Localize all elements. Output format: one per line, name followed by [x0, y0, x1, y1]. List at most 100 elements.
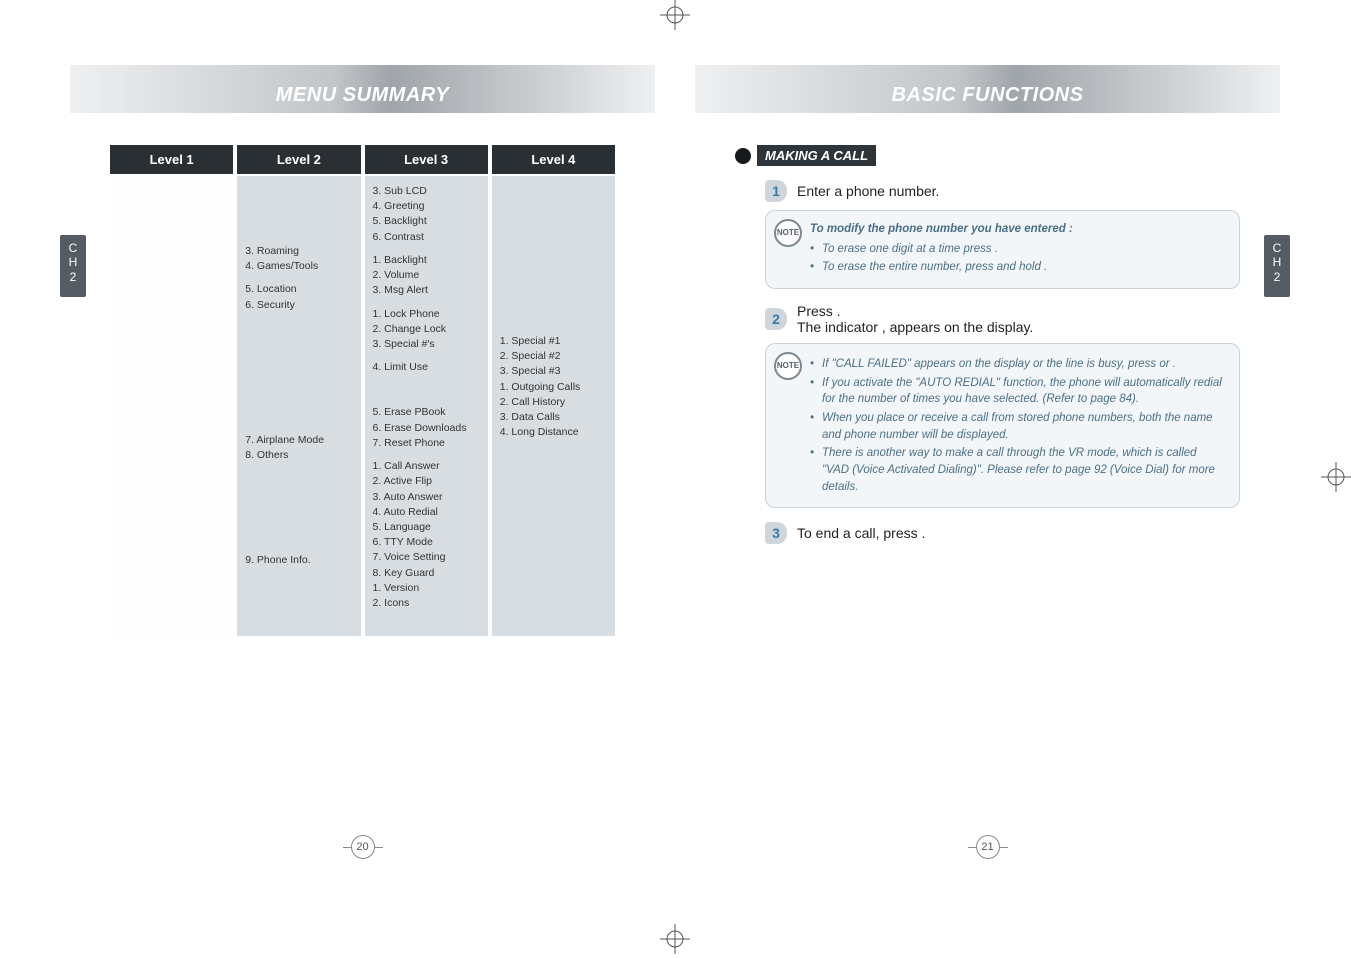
menu-item: 1. Backlight: [373, 253, 480, 268]
menu-item: 5. Backlight: [373, 214, 480, 229]
note-list-item: If "CALL FAILED" appears on the display …: [810, 356, 1225, 373]
menu-item: 3. Sub LCD: [373, 184, 480, 199]
step-2-number: 2: [765, 308, 787, 330]
menu-item: 3. Data Calls: [500, 410, 607, 425]
level3-column: 3. Sub LCD4. Greeting5. Backlight6. Cont…: [365, 176, 488, 636]
column-spacer: [373, 451, 480, 459]
menu-item: 6. Security: [245, 298, 352, 313]
level4-header: Level 4: [492, 145, 615, 174]
level2-header: Level 2: [237, 145, 360, 174]
menu-item: 5. Erase PBook: [373, 405, 480, 420]
level1-column: [110, 176, 233, 636]
step-3-text: To end a call, press .: [797, 525, 925, 541]
column-spacer: [245, 184, 352, 244]
column-spacer: [245, 274, 352, 282]
column-spacer: [500, 304, 607, 334]
step-2-text: Press . The indicator , appears on the d…: [797, 303, 1033, 335]
note-list-item: To erase one digit at a time press .: [810, 241, 1225, 258]
chapter-tab-left: C H 2: [60, 235, 86, 297]
section-heading: MAKING A CALL: [735, 145, 1240, 166]
step-2-line2: The indicator , appears on the display.: [797, 319, 1033, 335]
step-1: 1 Enter a phone number.: [765, 180, 1240, 202]
menu-item: 2. Special #2: [500, 349, 607, 364]
right-page-title: BASIC FUNCTIONS: [892, 84, 1084, 107]
menu-item: 2. Active Flip: [373, 474, 480, 489]
note-box-1: NOTE To modify the phone number you have…: [765, 210, 1240, 289]
menu-item: 4. Games/Tools: [245, 259, 352, 274]
step-1-number: 1: [765, 180, 787, 202]
menu-item: 3. Msg Alert: [373, 283, 480, 298]
menu-item: 4. Limit Use: [373, 360, 480, 375]
column-spacer: [245, 523, 352, 553]
note-list-item: To erase the entire number, press and ho…: [810, 259, 1225, 276]
column-spacer: [500, 184, 607, 244]
column-spacer: [245, 463, 352, 523]
menu-item: 2. Icons: [373, 596, 480, 611]
menu-item: 1. Call Answer: [373, 459, 480, 474]
levels-header-row: Level 1 Level 2 Level 3 Level 4: [110, 145, 615, 174]
menu-item: 7. Voice Setting: [373, 550, 480, 565]
left-page-header-band: MENU SUMMARY: [70, 65, 655, 113]
note-2-list: If "CALL FAILED" appears on the display …: [810, 356, 1225, 495]
step-3-number: 3: [765, 522, 787, 544]
left-page: C H 2 MENU SUMMARY Level 1 Level 2 Level…: [70, 45, 655, 865]
section-bullet-icon: [735, 148, 751, 164]
menu-item: 3. Special #'s: [373, 337, 480, 352]
menu-item: 6. Contrast: [373, 230, 480, 245]
menu-item: 2. Call History: [500, 395, 607, 410]
menu-item: 5. Location: [245, 282, 352, 297]
note-icon: NOTE: [774, 219, 802, 247]
step-3: 3 To end a call, press .: [765, 522, 1240, 544]
menu-item: 4. Auto Redial: [373, 505, 480, 520]
menu-item: 8. Others: [245, 448, 352, 463]
column-spacer: [373, 245, 480, 253]
menu-item: 1. Version: [373, 581, 480, 596]
step-2-line1: Press .: [797, 303, 841, 319]
column-spacer: [245, 313, 352, 373]
menu-item: 7. Airplane Mode: [245, 433, 352, 448]
menu-item: 3. Auto Answer: [373, 490, 480, 505]
right-page: C H 2 BASIC FUNCTIONS MAKING A CALL 1 En…: [695, 45, 1280, 865]
level4-column: 1. Special #12. Special #23. Special #31…: [492, 176, 615, 636]
page-spread: C H 2 MENU SUMMARY Level 1 Level 2 Level…: [70, 45, 1280, 865]
menu-item: 4. Greeting: [373, 199, 480, 214]
right-page-body: MAKING A CALL 1 Enter a phone number. NO…: [735, 145, 1240, 544]
right-page-header-band: BASIC FUNCTIONS: [695, 65, 1280, 113]
column-spacer: [373, 352, 480, 360]
reg-mark-right: [1321, 462, 1351, 492]
menu-item: 8. Key Guard: [373, 566, 480, 581]
left-page-title: MENU SUMMARY: [276, 84, 449, 107]
note-icon: NOTE: [774, 352, 802, 380]
column-spacer: [373, 375, 480, 405]
menu-item: 6. TTY Mode: [373, 535, 480, 550]
level1-header: Level 1: [110, 145, 233, 174]
reg-mark-bottom: [660, 924, 690, 954]
column-spacer: [245, 373, 352, 433]
menu-item: 4. Long Distance: [500, 425, 607, 440]
menu-item: 1. Outgoing Calls: [500, 380, 607, 395]
reg-mark-top: [660, 0, 690, 30]
note-list-item: When you place or receive a call from st…: [810, 410, 1225, 443]
menu-item: 6. Erase Downloads: [373, 421, 480, 436]
menu-item: 2. Volume: [373, 268, 480, 283]
section-label: MAKING A CALL: [757, 145, 876, 166]
menu-item: 3. Roaming: [245, 244, 352, 259]
menu-item: 1. Special #1: [500, 334, 607, 349]
left-page-number: 20: [351, 835, 375, 859]
level3-header: Level 3: [365, 145, 488, 174]
left-page-body: Level 1 Level 2 Level 3 Level 4 3. Roami…: [110, 145, 615, 636]
note-list-item: If you activate the "AUTO REDIAL" functi…: [810, 375, 1225, 408]
menu-item: 3. Special #3: [500, 364, 607, 379]
note-1-list: To erase one digit at a time press .To e…: [810, 241, 1225, 276]
menu-item: 7. Reset Phone: [373, 436, 480, 451]
right-page-number: 21: [976, 835, 1000, 859]
column-spacer: [373, 299, 480, 307]
level2-column: 3. Roaming4. Games/Tools 5. Location6. Se…: [237, 176, 360, 636]
menu-item: 5. Language: [373, 520, 480, 535]
chapter-tab-right: C H 2: [1264, 235, 1290, 297]
note-list-item: There is another way to make a call thro…: [810, 445, 1225, 495]
menu-item: 9. Phone Info.: [245, 553, 352, 568]
note-1-title: To modify the phone number you have ente…: [810, 221, 1225, 238]
step-1-text: Enter a phone number.: [797, 183, 939, 199]
menu-item: 2. Change Lock: [373, 322, 480, 337]
